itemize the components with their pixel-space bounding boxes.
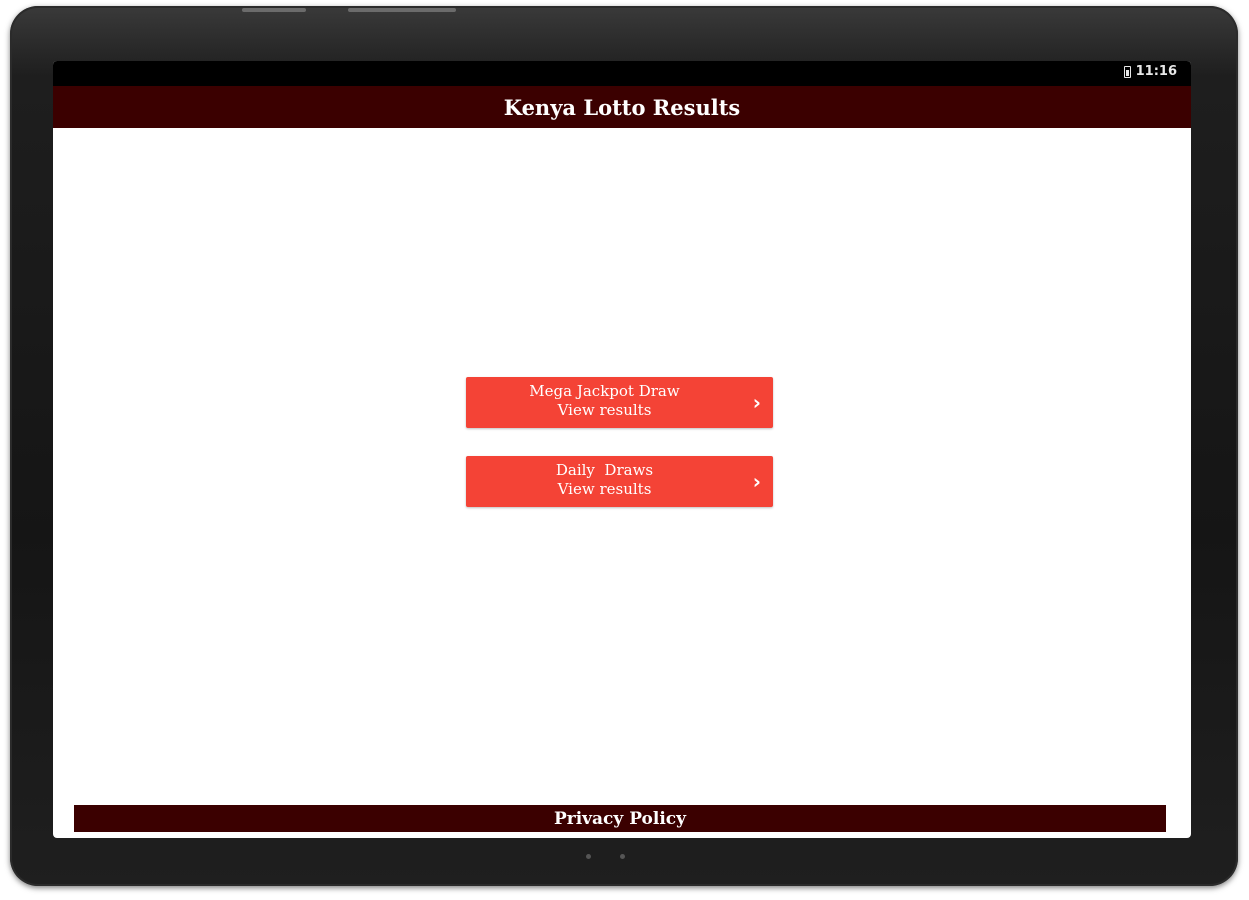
button-labels: Mega Jackpot Draw View results (466, 382, 743, 420)
chevron-right-icon: › (752, 390, 761, 414)
home-dot-icon (620, 854, 625, 859)
app-bar: Kenya Lotto Results (53, 86, 1191, 128)
hardware-button (242, 8, 306, 12)
hardware-button (348, 8, 456, 12)
back-dot-icon (586, 854, 591, 859)
button-title: Mega Jackpot Draw (529, 382, 680, 400)
button-subtitle: View results (557, 401, 652, 419)
chevron-right-icon: › (752, 469, 761, 493)
main-content: Mega Jackpot Draw View results › Daily D… (53, 128, 1191, 804)
status-indicators: 11:16 (1123, 64, 1177, 79)
device-screen: 11:16 Kenya Lotto Results Mega Jackpot D… (53, 61, 1191, 838)
daily-draws-button[interactable]: Daily Draws View results › (466, 456, 773, 507)
privacy-policy-button[interactable]: Privacy Policy (74, 805, 1166, 832)
button-subtitle: View results (557, 480, 652, 498)
mega-jackpot-button[interactable]: Mega Jackpot Draw View results › (466, 377, 773, 428)
battery-icon (1123, 65, 1131, 78)
app-title: Kenya Lotto Results (503, 94, 741, 120)
status-time: 11:16 (1135, 64, 1177, 79)
button-title: Daily Draws (555, 461, 654, 479)
button-labels: Daily Draws View results (466, 461, 743, 499)
privacy-policy-label: Privacy Policy (553, 808, 687, 829)
hardware-nav (10, 842, 1238, 872)
status-bar: 11:16 (53, 61, 1191, 86)
